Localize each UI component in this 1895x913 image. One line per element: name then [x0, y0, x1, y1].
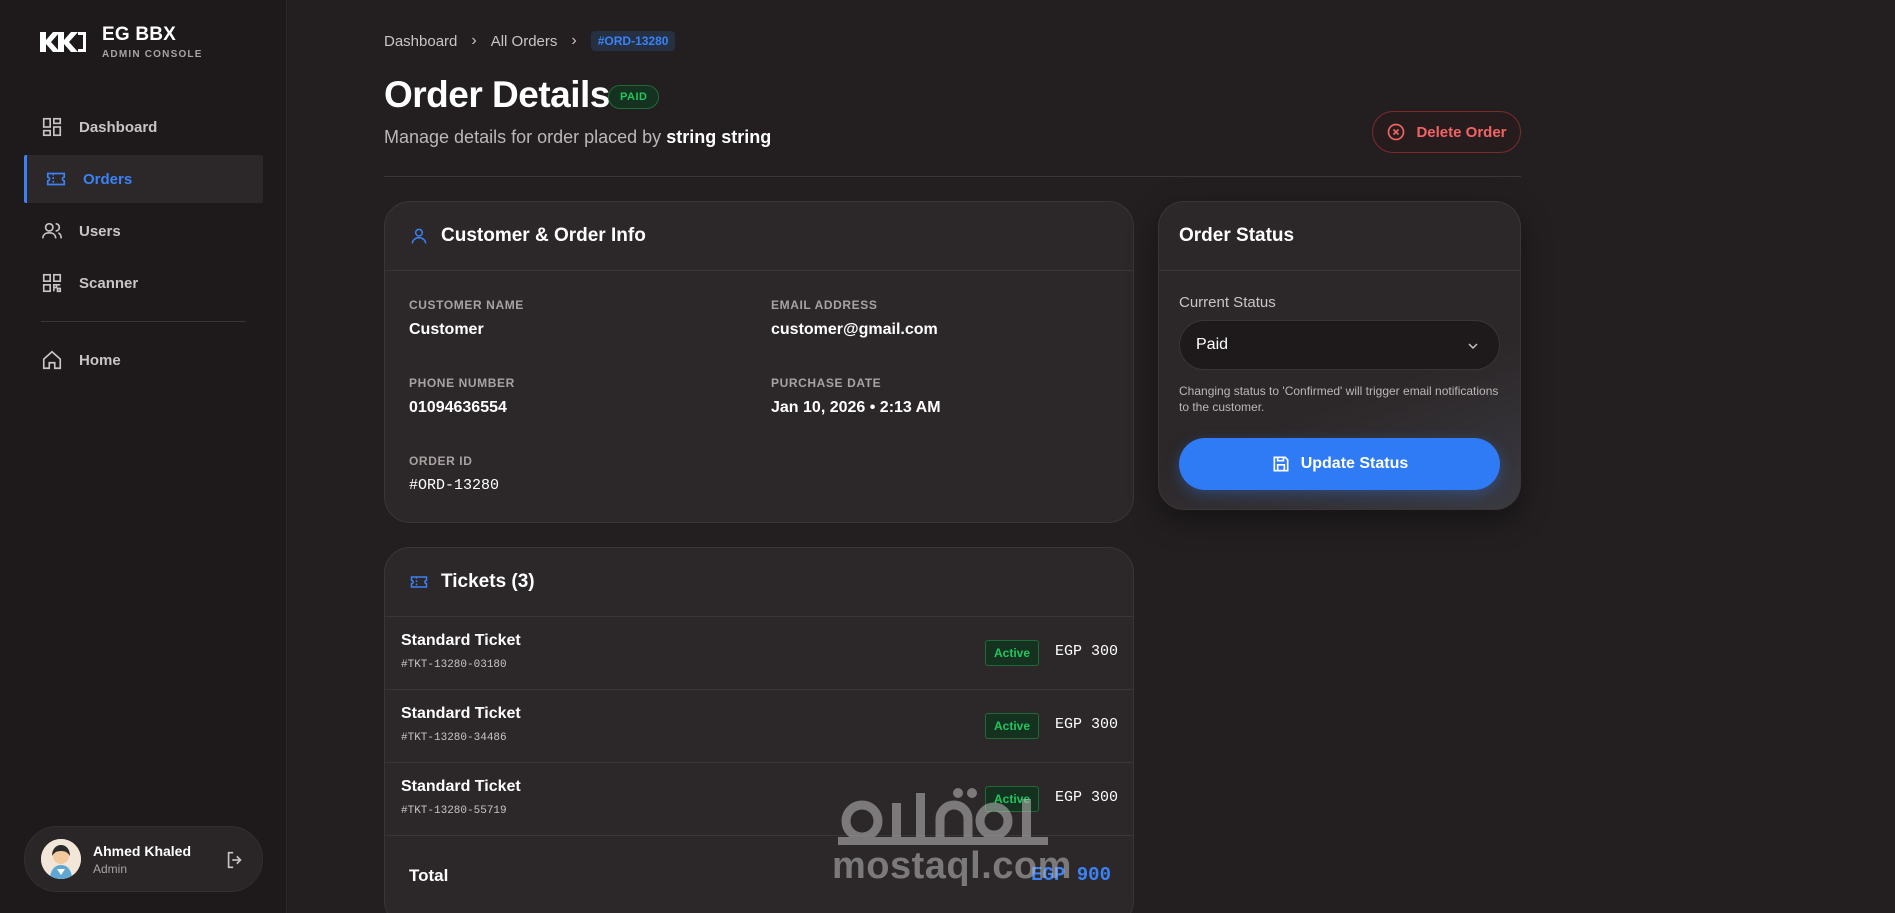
customer-order-info-card: Customer & Order Info CUSTOMER NAME Cust…: [384, 201, 1134, 523]
nav-divider: [41, 321, 246, 322]
status-note: Changing status to 'Confirmed' will trig…: [1179, 384, 1499, 414]
customer-name-label: CUSTOMER NAME: [409, 298, 524, 312]
users-icon: [42, 222, 62, 239]
total-label: Total: [409, 866, 449, 885]
email-label: EMAIL ADDRESS: [771, 298, 878, 312]
status-badge: PAID: [608, 85, 660, 109]
tickets-card-header: Tickets (3): [385, 548, 1133, 617]
phone-field: PHONE NUMBER 01094636554: [409, 376, 515, 417]
phone-value: 01094636554: [409, 399, 507, 416]
user-role: Admin: [93, 861, 128, 876]
ticket-name: Standard Ticket: [401, 705, 521, 722]
logout-icon[interactable]: [224, 849, 246, 871]
ticket-status-badge: Active: [985, 640, 1039, 666]
sidebar-item-home[interactable]: Home: [24, 336, 263, 384]
avatar-image-icon: [41, 839, 81, 879]
info-card-title: Customer & Order Info: [441, 225, 646, 246]
chevron-down-icon: [1468, 343, 1478, 350]
purchase-date-field: PURCHASE DATE Jan 10, 2026 • 2:13 AM: [771, 376, 941, 417]
header-divider: [384, 176, 1521, 177]
customer-name-value: Customer: [409, 321, 484, 338]
ticket-name: Standard Ticket: [401, 778, 521, 795]
ticket-id: #TKT-13280-03180: [401, 659, 507, 671]
ticket-id: #TKT-13280-55719: [401, 805, 507, 817]
email-field: EMAIL ADDRESS customer@gmail.com: [771, 298, 938, 339]
ticket-id: #TKT-13280-34486: [401, 732, 507, 744]
status-select[interactable]: Paid: [1179, 320, 1500, 370]
sidebar: EG BBX ADMIN CONSOLE Dashboard Orders Us…: [0, 0, 287, 913]
brand-subtitle: ADMIN CONSOLE: [102, 49, 203, 60]
ticket-price: EGP 300: [1055, 716, 1119, 733]
ticket-status-badge: Active: [985, 786, 1039, 812]
chevron-right-icon: ›: [571, 32, 577, 49]
delete-order-label: Delete Order: [1416, 123, 1507, 141]
ticket-price: EGP 300: [1055, 643, 1119, 660]
close-circle-icon: [1388, 123, 1405, 141]
sidebar-item-label: Home: [79, 351, 121, 369]
sidebar-item-label: Orders: [83, 170, 133, 188]
order-status-header: Order Status: [1159, 202, 1520, 271]
ticket-icon: [46, 172, 66, 186]
user-card[interactable]: Ahmed Khaled Admin: [24, 826, 263, 892]
subtitle-prefix: Manage details for order placed by: [384, 127, 662, 147]
update-status-label: Update Status: [1300, 455, 1409, 472]
breadcrumb-dashboard[interactable]: Dashboard: [384, 33, 457, 50]
qr-icon: [42, 273, 62, 293]
sidebar-nav: Dashboard Orders Users Scanner Home: [24, 103, 263, 388]
phone-label: PHONE NUMBER: [409, 376, 515, 390]
save-icon: [1273, 456, 1289, 472]
order-id-field: ORDER ID #ORD-13280: [409, 454, 499, 494]
table-row[interactable]: Standard Ticket #TKT-13280-34486 Active …: [385, 690, 1133, 763]
update-status-button[interactable]: Update Status: [1179, 438, 1500, 490]
ticket-icon: [410, 576, 428, 588]
chevron-right-icon: ›: [471, 32, 477, 49]
customer-name-field: CUSTOMER NAME Customer: [409, 298, 524, 339]
sidebar-item-label: Users: [79, 222, 121, 240]
user-icon: [411, 228, 427, 244]
breadcrumb-current-order: #ORD-13280: [590, 31, 676, 51]
ticket-name: Standard Ticket: [401, 632, 521, 649]
sidebar-item-orders[interactable]: Orders: [24, 155, 263, 203]
sidebar-item-dashboard[interactable]: Dashboard: [24, 103, 263, 151]
dashboard-icon: [42, 117, 62, 137]
order-id-value: #ORD-13280: [409, 477, 500, 494]
purchase-date-label: PURCHASE DATE: [771, 376, 882, 390]
ticket-price: EGP 300: [1055, 789, 1119, 806]
subtitle-customer-name: string string: [666, 127, 772, 147]
breadcrumb: Dashboard › All Orders › #ORD-13280: [384, 31, 676, 51]
tickets-card-title: Tickets (3): [441, 571, 535, 592]
purchase-date-value: Jan 10, 2026 • 2:13 AM: [771, 399, 941, 416]
table-row[interactable]: Standard Ticket #TKT-13280-55719 Active …: [385, 763, 1133, 836]
info-card-header: Customer & Order Info: [385, 202, 1133, 271]
status-select-value: Paid: [1196, 336, 1229, 353]
home-icon: [42, 350, 62, 370]
total-value: EGP 900: [1031, 864, 1111, 886]
order-status-card: Order Status Current Status Paid Changin…: [1158, 201, 1521, 510]
table-row[interactable]: Standard Ticket #TKT-13280-03180 Active …: [385, 617, 1133, 690]
user-name: Ahmed Khaled: [93, 842, 192, 859]
email-value[interactable]: customer@gmail.com: [771, 321, 938, 339]
delete-order-button[interactable]: Delete Order: [1372, 111, 1521, 153]
brand[interactable]: EG BBX ADMIN CONSOLE: [40, 24, 203, 60]
sidebar-item-users[interactable]: Users: [24, 207, 263, 255]
avatar: [41, 839, 81, 879]
tickets-card: Tickets (3) Standard Ticket #TKT-13280-0…: [384, 547, 1134, 913]
breadcrumb-all-orders[interactable]: All Orders: [491, 33, 558, 50]
order-id-label: ORDER ID: [409, 454, 473, 468]
tickets-total-row: Total EGP 900: [385, 838, 1133, 911]
brand-title: EG BBX: [102, 24, 177, 45]
page-subtitle: Manage details for order placed by strin…: [384, 127, 771, 148]
sidebar-item-scanner[interactable]: Scanner: [24, 259, 263, 307]
ticket-status-badge: Active: [985, 713, 1039, 739]
current-status-label: Current Status: [1179, 294, 1276, 311]
sidebar-item-label: Dashboard: [79, 118, 158, 136]
brand-logo-icon: [40, 32, 86, 52]
page-title: Order Details: [384, 74, 610, 115]
sidebar-item-label: Scanner: [79, 274, 139, 292]
